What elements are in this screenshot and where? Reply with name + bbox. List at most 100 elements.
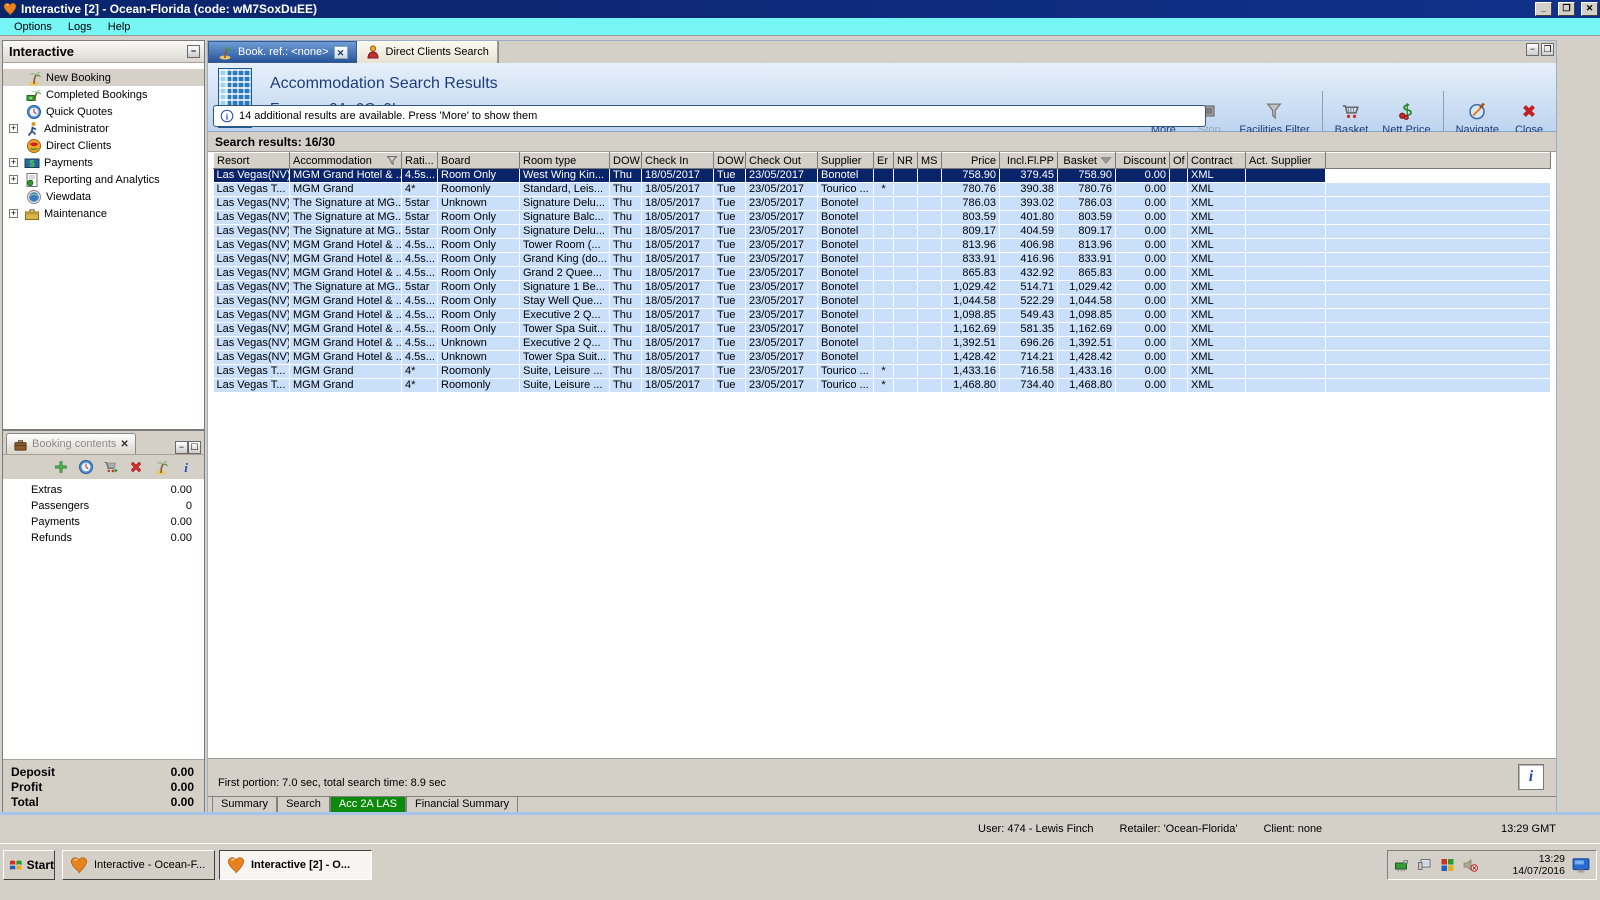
table-row[interactable]: Las Vegas(NV) MGM Grand Hotel & ... 4.5s..… (213, 350, 1551, 365)
cart-go-toolbar-icon[interactable] (103, 459, 119, 475)
sidebar-item-viewdata[interactable]: Viewdata (3, 188, 204, 205)
table-row[interactable]: Las Vegas T... MGM Grand 4* Roomonly Suite, … (213, 364, 1551, 379)
table-row[interactable]: Las Vegas(NV) MGM Grand Hotel & ... 4.5s..… (213, 238, 1551, 253)
cell-dow: Thu (609, 210, 642, 225)
bottom-tab-financial-summary[interactable]: Financial Summary (406, 797, 519, 813)
column-header-dow-2[interactable]: DOW (713, 152, 746, 169)
panel-collapse-button[interactable]: − (187, 45, 200, 58)
sidebar-item-administrator[interactable]: + Administrator (3, 120, 204, 137)
column-header-accommodation[interactable]: Accommodation (289, 152, 402, 169)
table-row[interactable]: Las Vegas(NV) The Signature at MG... 5star… (213, 280, 1551, 295)
window-minimize-button[interactable]: _ (1535, 2, 1552, 16)
sort-icon[interactable] (1100, 155, 1112, 166)
tray-display-icon[interactable] (1416, 857, 1433, 873)
cell-rati: 4.5s... (401, 336, 438, 351)
column-header-resort[interactable]: Resort (213, 152, 290, 169)
tray-winlogo-icon[interactable] (1439, 857, 1456, 873)
taskbar-task-interactive-ocean-f[interactable]: Interactive - Ocean-F... (62, 850, 215, 880)
column-header-price[interactable]: Price (941, 152, 1000, 169)
delete-toolbar-icon[interactable] (128, 459, 144, 475)
add-toolbar-icon[interactable] (53, 459, 69, 475)
sidebar-item-quick-quotes[interactable]: Quick Quotes (3, 103, 204, 120)
column-header-contract[interactable]: Contract (1187, 152, 1246, 169)
sidebar-item-maintenance[interactable]: + Maintenance (3, 205, 204, 222)
cell-room-type: Suite, Leisure ... (519, 378, 610, 393)
tray-clock[interactable]: 13:29 14/07/2016 (1487, 853, 1565, 877)
tab-close-icon[interactable]: ✕ (333, 45, 348, 59)
table-row[interactable]: Las Vegas(NV) MGM Grand Hotel & ... 4.5s..… (213, 294, 1551, 309)
window-maximize-button[interactable]: ❐ (1558, 2, 1575, 16)
booking-panel-minimize-button[interactable]: − (175, 441, 188, 454)
table-row[interactable]: Las Vegas T... MGM Grand 4* Roomonly Suite, … (213, 378, 1551, 393)
booking-row-value: 0.00 (170, 484, 192, 496)
bottom-tab-search[interactable]: Search (277, 797, 330, 813)
window-close-button[interactable]: ✕ (1581, 2, 1598, 16)
tab-direct-clients-search[interactable]: Direct Clients Search (356, 41, 498, 63)
booking-tab-close-icon[interactable]: ✕ (120, 439, 128, 450)
table-row[interactable]: Las Vegas(NV) The Signature at MG... 5star… (213, 210, 1551, 225)
info-toolbar-icon[interactable]: i (178, 459, 194, 475)
table-row[interactable]: Las Vegas(NV) MGM Grand Hotel & ... 4.5s..… (213, 252, 1551, 267)
column-header-board[interactable]: Board (437, 152, 520, 169)
table-row[interactable]: Las Vegas(NV) MGM Grand Hotel & ... 4.5s..… (213, 336, 1551, 351)
panel-minimize-button[interactable]: − (1526, 43, 1539, 56)
menu-item-help[interactable]: Help (100, 19, 139, 35)
expand-icon[interactable]: + (9, 158, 18, 167)
menu-item-logs[interactable]: Logs (60, 19, 100, 35)
tray-mute-icon[interactable] (1462, 857, 1479, 873)
expand-icon[interactable]: + (9, 209, 18, 218)
cell-supplier: Bonotel (817, 308, 874, 323)
column-header-dow[interactable]: DOW (609, 152, 642, 169)
cell-of (1169, 280, 1188, 295)
column-header-nr[interactable]: NR (893, 152, 918, 169)
sidebar-item-payments[interactable]: + $ Payments (3, 154, 204, 171)
column-header-er[interactable]: Er (873, 152, 894, 169)
expand-icon[interactable]: + (9, 175, 18, 184)
booking-contents-tab[interactable]: Booking contents ✕ (6, 433, 136, 454)
cell-supplier: Bonotel (817, 350, 874, 365)
sidebar-item-new-booking[interactable]: New Booking (3, 69, 204, 86)
tray-network-icon[interactable] (1393, 857, 1410, 873)
table-row[interactable]: Las Vegas(NV) The Signature at MG... 5star… (213, 224, 1551, 239)
table-row[interactable]: Las Vegas(NV) MGM Grand Hotel & ... 4.5s..… (213, 266, 1551, 281)
filter-icon[interactable] (386, 155, 398, 166)
table-row[interactable]: Las Vegas(NV) MGM Grand Hotel & ... 4.5s..… (213, 308, 1551, 323)
cell-nr (893, 350, 918, 365)
cell-discount: 0.00 (1115, 182, 1170, 197)
column-header-act-supplier[interactable]: Act. Supplier (1245, 152, 1326, 169)
sidebar-item-completed-bookings[interactable]: Completed Bookings (3, 86, 204, 103)
panel-maximize-button[interactable]: ❐ (1541, 43, 1554, 56)
booking-panel-maximize-button[interactable]: ☐ (188, 441, 201, 454)
expand-icon[interactable]: + (9, 124, 18, 133)
tab-book-ref-none[interactable]: Book. ref.: <none> ✕ (208, 41, 357, 63)
start-button[interactable]: Start (3, 850, 55, 880)
taskbar-task-interactive-2-o[interactable]: Interactive [2] - O... (219, 850, 372, 880)
cell-ms (917, 378, 942, 393)
show-desktop-icon[interactable] (1571, 856, 1591, 874)
bottom-tab-summary[interactable]: Summary (212, 797, 278, 813)
info-button[interactable]: i (1518, 764, 1544, 790)
menu-item-options[interactable]: Options (6, 19, 60, 35)
palm-toolbar-icon[interactable] (153, 459, 169, 475)
cell-ms (917, 308, 942, 323)
cell-rati: 4.5s... (401, 350, 438, 365)
bottom-tab-acc-2a-las[interactable]: Acc 2A LAS (329, 797, 407, 813)
sidebar-item-direct-clients[interactable]: Direct Clients (3, 137, 204, 154)
table-row[interactable]: Las Vegas(NV) The Signature at MG... 5star… (213, 196, 1551, 211)
table-row[interactable]: Las Vegas(NV) MGM Grand Hotel & ... 4.5s..… (213, 168, 1551, 183)
column-header-supplier[interactable]: Supplier (817, 152, 874, 169)
cell-ms (917, 196, 942, 211)
sidebar-item-reporting-and-analytics[interactable]: + Reporting and Analytics (3, 171, 204, 188)
table-row[interactable]: Las Vegas T... MGM Grand 4* Roomonly Standar… (213, 182, 1551, 197)
column-header-check-out[interactable]: Check Out (745, 152, 818, 169)
table-row[interactable]: Las Vegas(NV) MGM Grand Hotel & ... 4.5s..… (213, 322, 1551, 337)
column-header-ms[interactable]: MS (917, 152, 942, 169)
column-header-room-type[interactable]: Room type (519, 152, 610, 169)
column-header-incl-fl-pp[interactable]: Incl.Fl.PP (999, 152, 1058, 169)
column-header-check-in[interactable]: Check In (641, 152, 714, 169)
column-header-discount[interactable]: Discount (1115, 152, 1170, 169)
clock-globe-toolbar-icon[interactable] (78, 459, 94, 475)
column-header-basket[interactable]: Basket (1057, 152, 1116, 169)
column-header-rati[interactable]: Rati... (401, 152, 438, 169)
column-header-of[interactable]: Of (1169, 152, 1188, 169)
